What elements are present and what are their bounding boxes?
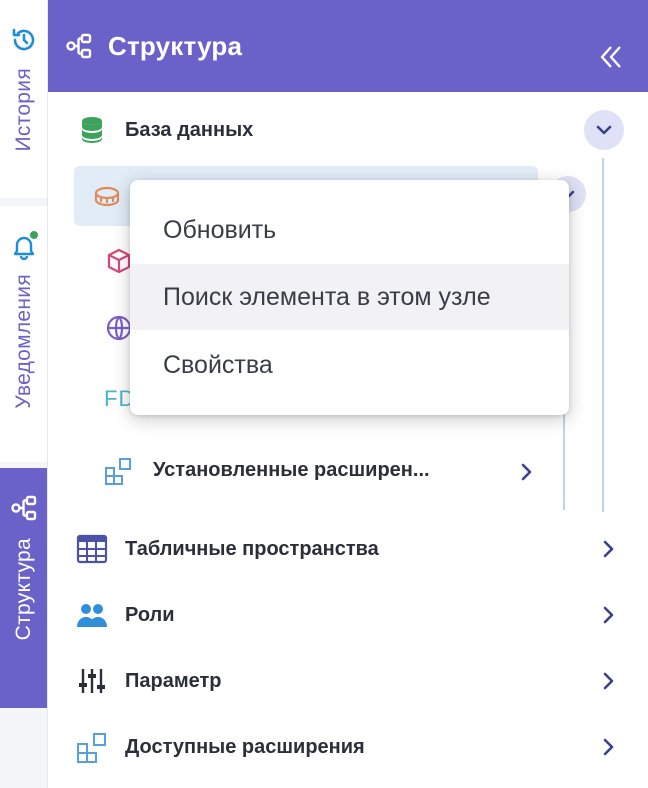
- users-icon: [76, 599, 108, 631]
- chevron-right-icon[interactable]: [598, 539, 618, 559]
- side-rail: История Уведомления Структура: [0, 0, 48, 788]
- panel-title: Структура: [108, 30, 243, 61]
- notification-dot: [27, 229, 40, 241]
- extensions-icon: [104, 456, 134, 486]
- bell-icon: [10, 229, 40, 260]
- tree-item-database[interactable]: База данных: [48, 100, 648, 160]
- panel-header: Структура: [48, 0, 648, 92]
- tree-item-available-extensions-label: Доступные расширения: [125, 735, 365, 758]
- tree-item-parameter[interactable]: Параметр: [48, 651, 648, 711]
- extensions-icon: [76, 731, 108, 763]
- rail-tab-notifications[interactable]: Уведомления: [0, 206, 47, 462]
- chevron-down-icon[interactable]: [584, 110, 624, 150]
- schema-icon: [92, 182, 122, 212]
- tree-guide-line: [563, 410, 565, 510]
- database-icon: [76, 114, 108, 146]
- chevron-right-icon[interactable]: [598, 671, 618, 691]
- tree-item-roles-label: Роли: [125, 603, 175, 626]
- menu-item-properties[interactable]: Свойства: [130, 332, 569, 398]
- tree-item-tablespaces-label: Табличные пространства: [125, 537, 379, 560]
- rail-tab-history-label: История: [11, 68, 35, 152]
- chevron-right-icon[interactable]: [516, 462, 536, 482]
- table-grid-icon: [76, 533, 108, 565]
- history-clock-icon: [10, 26, 38, 54]
- tree-item-roles[interactable]: Роли: [48, 585, 648, 645]
- structure-tree-icon: [10, 494, 38, 522]
- context-menu: Обновить Поиск элемента в этом узле Свой…: [130, 180, 569, 415]
- sliders-icon: [76, 665, 108, 697]
- menu-item-search-in-node[interactable]: Поиск элемента в этом узле: [130, 264, 569, 330]
- structure-tree-icon: [64, 31, 94, 61]
- tree-item-tablespaces[interactable]: Табличные пространства: [48, 519, 648, 579]
- rail-tab-structure-label: Структура: [11, 538, 35, 641]
- tree-item-database-label: База данных: [125, 118, 254, 141]
- rail-tab-notifications-label: Уведомления: [11, 274, 35, 409]
- rail-tab-structure[interactable]: Структура: [0, 468, 47, 708]
- double-chevron-left-icon[interactable]: [596, 42, 626, 72]
- menu-item-refresh[interactable]: Обновить: [130, 197, 569, 263]
- tree-item-installed-extensions-label[interactable]: Установленные расширен...: [153, 459, 430, 482]
- tree-item-available-extensions[interactable]: Доступные расширения: [48, 717, 648, 777]
- tree-item-parameter-label: Параметр: [125, 669, 222, 692]
- tree-guide-line: [602, 158, 604, 512]
- rail-tab-history[interactable]: История: [0, 0, 47, 198]
- chevron-right-icon[interactable]: [598, 605, 618, 625]
- chevron-right-icon[interactable]: [598, 737, 618, 757]
